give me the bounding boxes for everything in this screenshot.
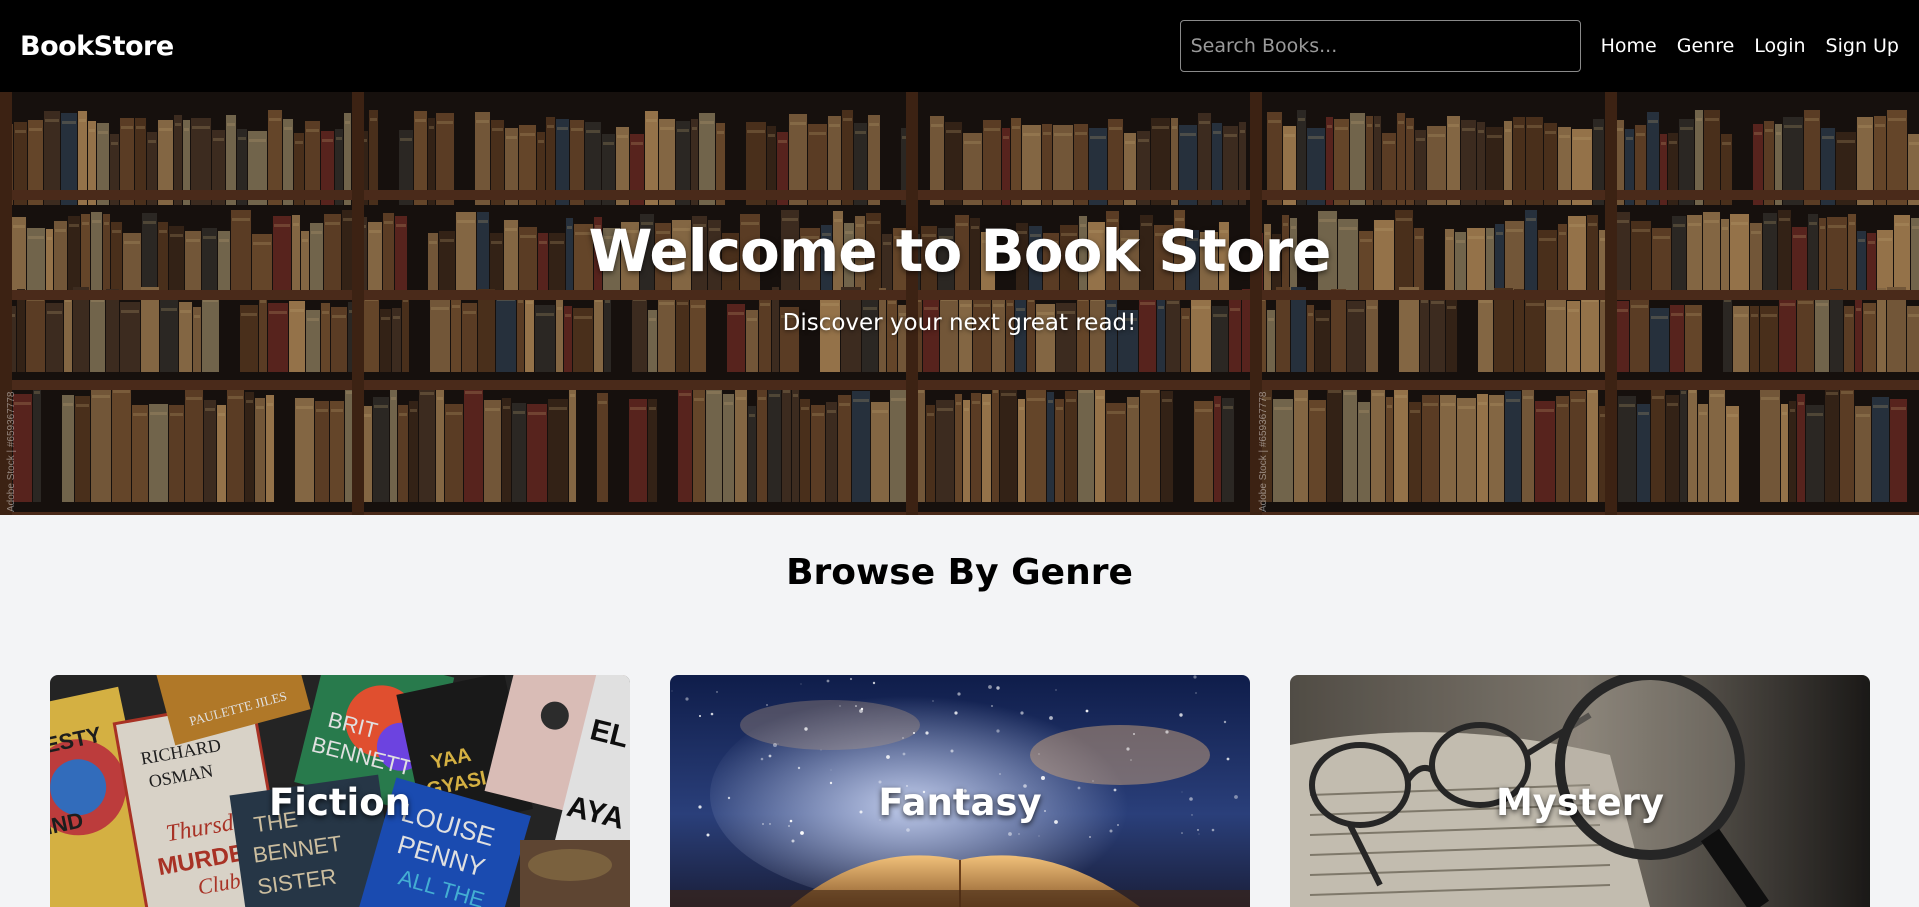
genre-card-label: Fiction	[268, 781, 412, 824]
hero-overlay	[0, 92, 1919, 515]
navbar: BookStore Home Genre Login Sign Up	[0, 0, 1919, 92]
nav-right: Home Genre Login Sign Up	[1179, 20, 1899, 72]
nav-links: Home Genre Login Sign Up	[1601, 35, 1899, 57]
nav-link-login[interactable]: Login	[1754, 35, 1805, 57]
search-input[interactable]	[1179, 20, 1581, 72]
hero-banner: Adobe Stock | #659367778 Adobe Stock | #…	[0, 92, 1919, 515]
hero-title: Welcome to Book Store	[588, 217, 1331, 285]
genre-card-fantasy[interactable]: Fantasy	[670, 675, 1250, 907]
genre-card-mystery[interactable]: Mystery	[1290, 675, 1870, 907]
stock-watermark: Adobe Stock | #659367778	[6, 391, 17, 512]
section-title: Browse By Genre	[786, 552, 1133, 593]
genre-card-label: Fantasy	[878, 781, 1042, 824]
stock-watermark: Adobe Stock | #659367778	[1258, 391, 1269, 512]
genre-card-fiction[interactable]: NESTY IND RICHARD OSMAN Thursday MURDER …	[50, 675, 630, 907]
brand-logo[interactable]: BookStore	[20, 31, 174, 62]
genre-card-label: Mystery	[1495, 781, 1665, 824]
hero-subtitle: Discover your next great read!	[782, 310, 1137, 336]
nav-link-genre[interactable]: Genre	[1677, 35, 1735, 57]
nav-link-home[interactable]: Home	[1601, 35, 1657, 57]
nav-link-signup[interactable]: Sign Up	[1826, 35, 1899, 57]
